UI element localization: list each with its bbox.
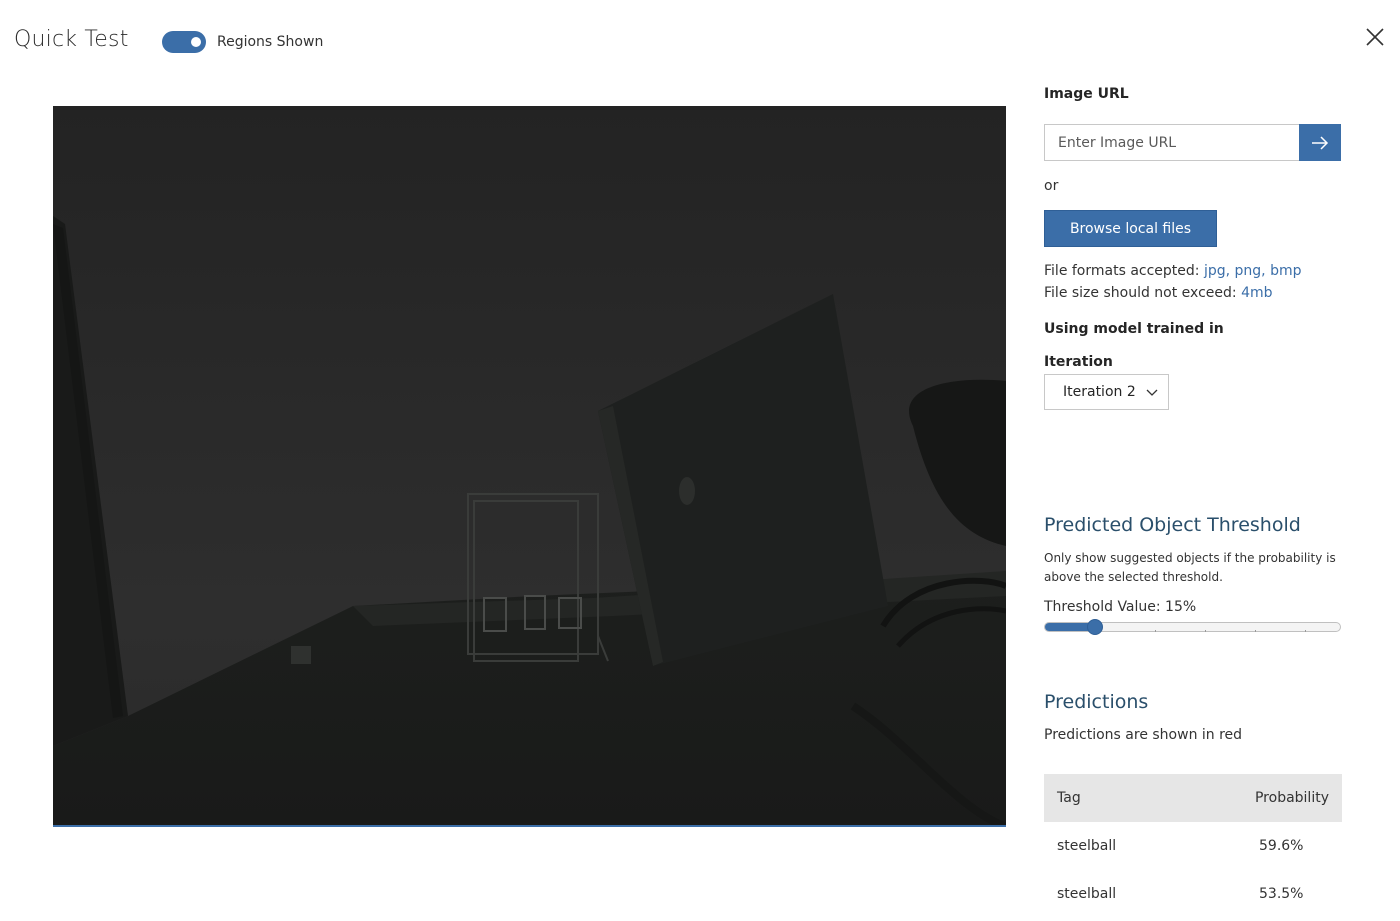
threshold-description: Only show suggested objects if the proba… — [1044, 551, 1336, 584]
browse-local-files-button[interactable]: Browse local files — [1044, 210, 1217, 247]
test-image — [53, 106, 1006, 825]
model-trained-label: Using model trained in — [1044, 321, 1224, 337]
threshold-slider[interactable] — [1044, 619, 1341, 635]
iteration-label: Iteration — [1044, 354, 1113, 370]
file-formats-prefix: File formats accepted: — [1044, 263, 1204, 279]
threshold-slider-handle[interactable] — [1087, 619, 1103, 635]
table-row[interactable]: steelball 59.6% — [1044, 822, 1342, 870]
prediction-probability: 53.5% — [1259, 886, 1304, 902]
file-formats-value: jpg, png, bmp — [1203, 263, 1302, 279]
file-size-prefix: File size should not exceed: — [1044, 285, 1242, 301]
arrow-right-icon — [1312, 135, 1329, 150]
table-row[interactable]: steelball 53.5% — [1044, 870, 1342, 918]
file-size-value: 4mb — [1241, 285, 1273, 301]
image-url-input[interactable] — [1044, 124, 1300, 161]
slider-tick — [1205, 630, 1206, 632]
threshold-value-label: Threshold Value: 15% — [1044, 599, 1197, 615]
threshold-title: Predicted Object Threshold — [1044, 514, 1301, 536]
file-size-line: File size should not exceed: 4mb — [1044, 285, 1273, 301]
toggle-knob — [191, 37, 201, 47]
close-icon — [1366, 28, 1384, 46]
regions-shown-label: Regions Shown — [217, 34, 324, 50]
prediction-tag: steelball — [1057, 838, 1117, 854]
page-title: Quick Test — [14, 27, 129, 52]
or-text: or — [1044, 178, 1059, 194]
close-button[interactable] — [1362, 24, 1388, 50]
slider-tick — [1255, 630, 1256, 632]
predictions-table-header: Tag Probability — [1044, 774, 1342, 822]
prediction-probability: 59.6% — [1259, 838, 1304, 854]
column-header-tag: Tag — [1057, 790, 1081, 806]
chevron-down-icon — [1146, 389, 1158, 396]
predictions-subtitle: Predictions are shown in red — [1044, 727, 1243, 743]
slider-tick — [1155, 630, 1156, 632]
slider-tick — [1305, 630, 1306, 632]
submit-url-button[interactable] — [1299, 124, 1341, 161]
prediction-tag: steelball — [1057, 886, 1117, 902]
column-header-probability: Probability — [1254, 790, 1329, 806]
iteration-selected-value: Iteration 2 — [1063, 384, 1136, 400]
predictions-title: Predictions — [1044, 691, 1149, 713]
file-formats-line: File formats accepted: jpg, png, bmp — [1044, 263, 1302, 279]
image-url-label: Image URL — [1044, 86, 1129, 102]
regions-shown-toggle[interactable] — [162, 31, 206, 53]
predictions-table: Tag Probability steelball 59.6% steelbal… — [1044, 774, 1342, 918]
test-image-panel — [53, 106, 1006, 827]
iteration-select[interactable]: Iteration 2 — [1044, 374, 1169, 410]
